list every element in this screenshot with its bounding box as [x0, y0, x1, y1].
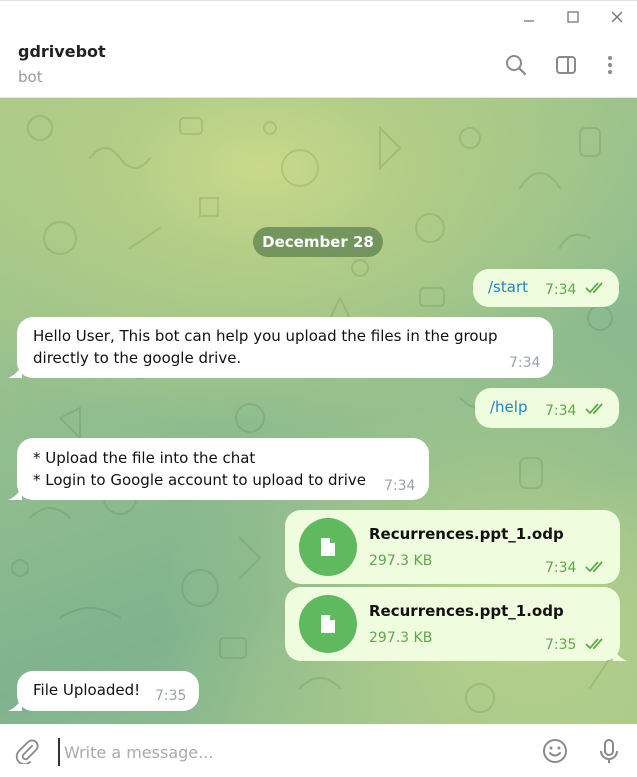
bot-command-link[interactable]: /start — [488, 276, 528, 298]
message-outgoing[interactable]: /start 7:34 — [473, 269, 619, 307]
microphone-icon — [600, 739, 618, 763]
file-download-button[interactable] — [299, 595, 357, 653]
message-incoming[interactable]: Hello User, This bot can help you upload… — [17, 317, 553, 378]
chat-header: gdrivebot bot — [0, 31, 637, 98]
double-check-icon — [585, 561, 603, 573]
voice-record-button[interactable] — [594, 736, 624, 766]
message-text: Hello User, This bot can help you upload… — [33, 327, 498, 345]
message-text: directly to the google drive. — [33, 349, 242, 367]
sidebar-toggle-button[interactable] — [552, 51, 580, 79]
file-name[interactable]: Recurrences.ppt_1.odp — [369, 602, 564, 620]
message-composer — [0, 724, 637, 777]
bot-command-link[interactable]: /help — [490, 396, 527, 418]
chat-title[interactable]: gdrivebot — [18, 42, 106, 61]
emoji-button[interactable] — [540, 736, 570, 766]
more-options-button[interactable] — [596, 51, 624, 79]
search-button[interactable] — [502, 51, 530, 79]
file-message[interactable]: Recurrences.ppt_1.odp 297.3 KB 7:35 — [285, 587, 620, 661]
double-check-icon — [585, 282, 603, 294]
emoji-icon — [543, 739, 567, 763]
message-time: 7:34 — [545, 403, 577, 419]
file-size: 297.3 KB — [369, 553, 433, 569]
attach-button[interactable] — [12, 736, 42, 766]
window-titlebar — [0, 0, 637, 31]
bubble-tail — [8, 364, 22, 378]
search-icon — [506, 55, 527, 76]
message-time: 7:34 — [384, 478, 416, 494]
maximize-icon — [566, 10, 579, 23]
message-text: * Login to Google account to upload to d… — [33, 471, 366, 489]
message-time: 7:34 — [545, 560, 577, 576]
double-check-icon — [585, 403, 603, 415]
date-separator: December 28 — [253, 227, 383, 257]
message-text: * Upload the file into the chat — [33, 449, 256, 467]
message-input[interactable] — [58, 738, 526, 766]
message-time: 7:34 — [545, 282, 577, 298]
attach-icon — [15, 739, 39, 764]
chat-subtitle: bot — [18, 68, 43, 86]
chat-area[interactable]: December 28 /start 7:34 Hello User, This… — [0, 98, 637, 724]
close-icon — [611, 11, 622, 22]
message-time: 7:35 — [545, 637, 577, 653]
bubble-tail — [8, 697, 22, 711]
message-time: 7:35 — [155, 688, 187, 704]
message-incoming[interactable]: File Uploaded! 7:35 — [17, 671, 199, 711]
double-check-icon — [585, 638, 603, 650]
message-incoming[interactable]: * Upload the file into the chat * Login … — [17, 438, 429, 500]
file-message[interactable]: Recurrences.ppt_1.odp 297.3 KB 7:34 — [285, 510, 620, 584]
file-download-button[interactable] — [299, 518, 357, 576]
more-vert-icon — [608, 56, 612, 74]
file-size: 297.3 KB — [369, 630, 433, 646]
message-text: File Uploaded! — [33, 681, 141, 699]
bubble-tail — [8, 486, 22, 500]
message-outgoing[interactable]: /help 7:34 — [475, 388, 619, 428]
message-time: 7:34 — [509, 355, 541, 371]
bubble-tail — [613, 647, 627, 661]
maximize-button[interactable] — [550, 1, 595, 32]
file-name[interactable]: Recurrences.ppt_1.odp — [369, 525, 564, 543]
minimize-icon — [523, 19, 534, 22]
close-button[interactable] — [594, 1, 637, 32]
minimize-button[interactable] — [506, 1, 551, 32]
sidebar-toggle-icon — [556, 56, 576, 74]
document-icon — [321, 538, 335, 556]
document-icon — [321, 615, 335, 633]
